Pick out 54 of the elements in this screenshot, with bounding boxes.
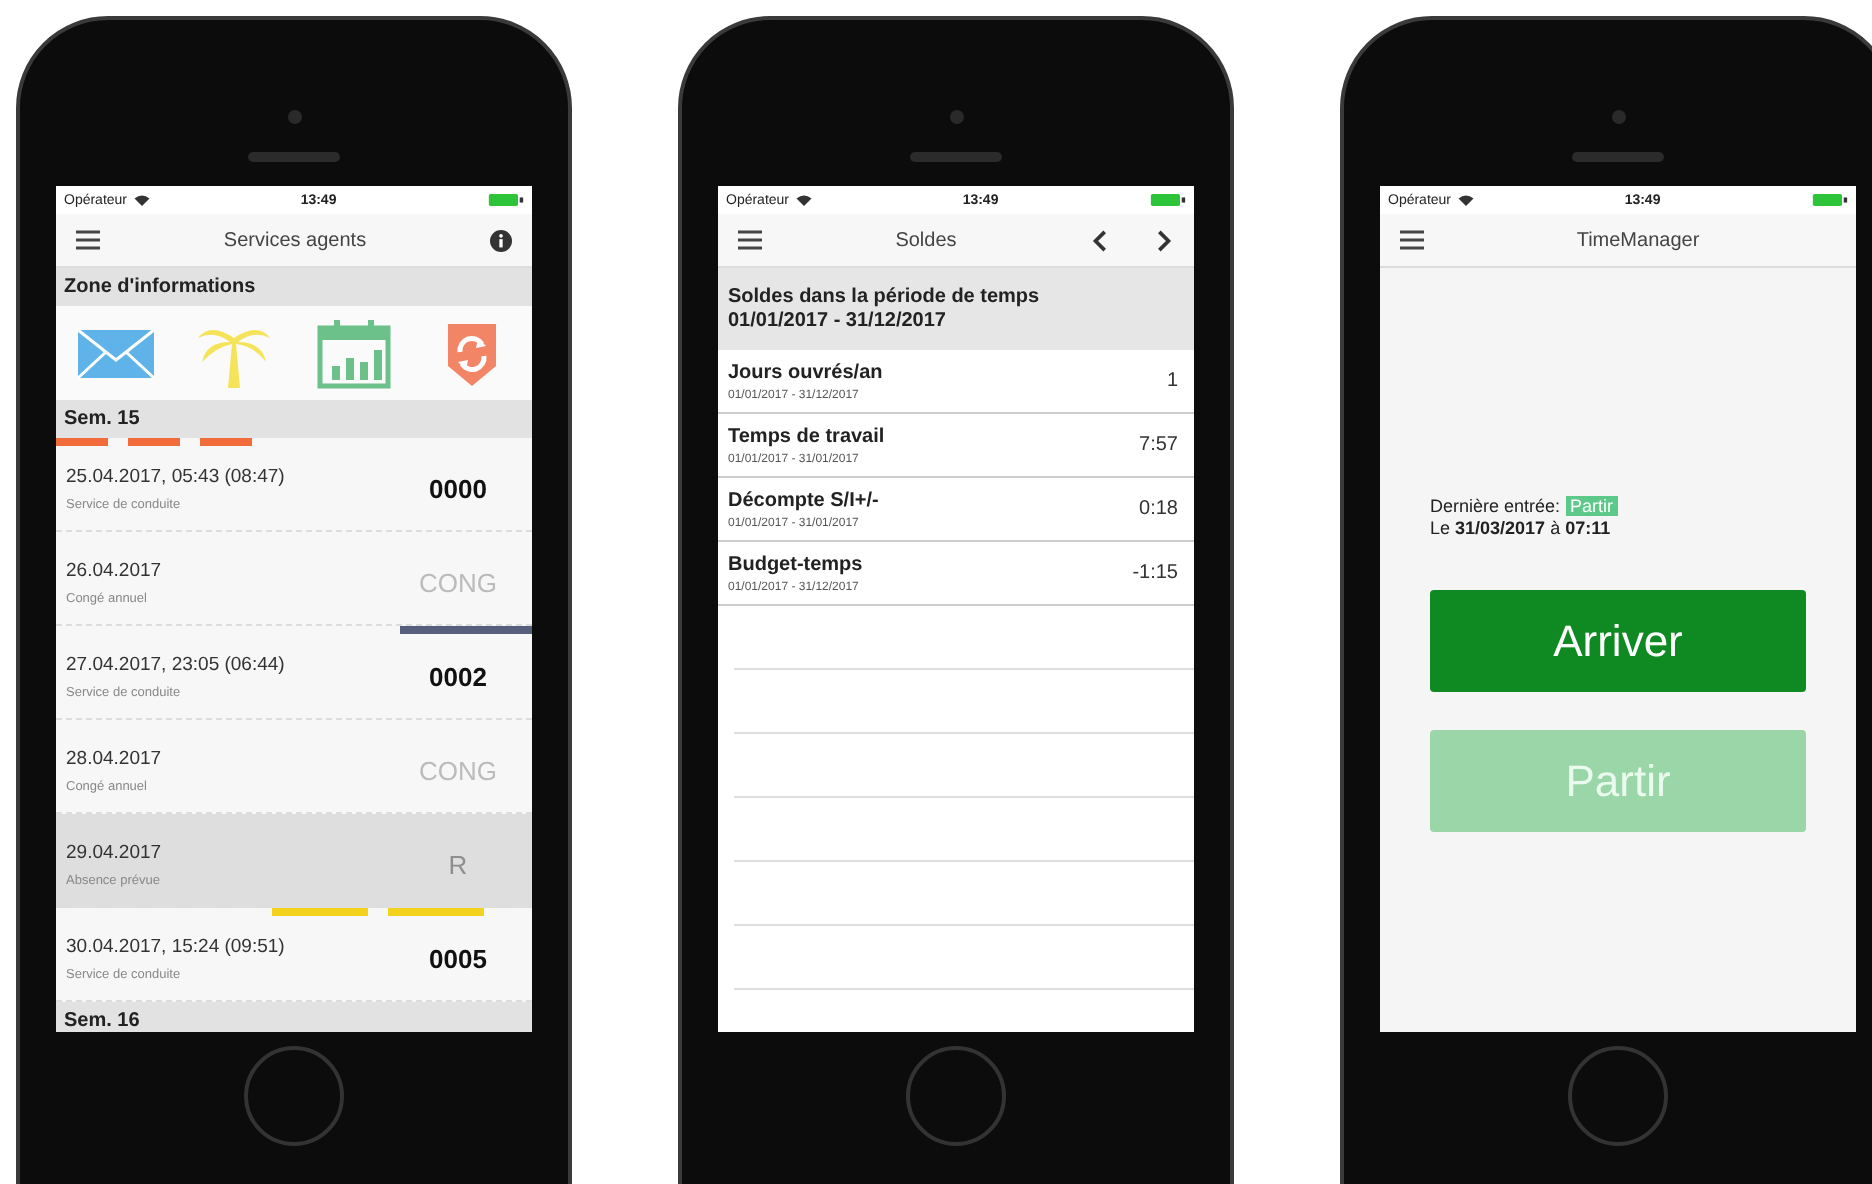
next-icon[interactable]	[1152, 229, 1174, 251]
day-date: 26.04.2017	[66, 559, 164, 581]
section-header: Zone d'informations	[56, 268, 532, 306]
shift-code: CONG	[417, 567, 499, 597]
shift-code: 0000	[427, 473, 489, 503]
balance-label: Jours ouvrés/an	[728, 361, 885, 383]
day-date: 29.04.2017	[66, 841, 164, 863]
calendar-chart-icon[interactable]	[313, 317, 394, 389]
day-date: 27.04.2017, 23:05 (06:44)	[66, 653, 287, 675]
battery-icon	[1812, 194, 1848, 206]
shift-code: 0005	[427, 943, 489, 973]
wifi-icon	[1457, 194, 1474, 206]
balance-value: 7:57	[1139, 434, 1178, 456]
screen-title: Soldes	[893, 229, 959, 251]
previous-icon[interactable]	[1090, 229, 1112, 251]
wifi-icon	[795, 194, 812, 206]
shift-code: 0002	[427, 661, 489, 691]
balance-value: 0:18	[1139, 498, 1178, 520]
wifi-icon	[133, 194, 150, 206]
week-header: Sem. 16	[56, 1002, 532, 1032]
balance-label: Décompte S/I+/-	[728, 489, 881, 511]
menu-icon[interactable]	[1400, 230, 1424, 250]
balance-value: -1:15	[1132, 562, 1178, 584]
screen-title: Services agents	[221, 229, 369, 251]
menu-icon[interactable]	[738, 230, 762, 250]
speaker-grille	[910, 152, 1002, 162]
status-badge: Partir	[1566, 496, 1618, 516]
home-button[interactable]	[1568, 1046, 1668, 1146]
day-date: 30.04.2017, 15:24 (09:51)	[66, 935, 287, 957]
balance-label: Temps de travail	[728, 425, 887, 447]
menu-icon[interactable]	[76, 230, 100, 250]
section-title: Soldes dans la période de temps	[728, 286, 1042, 308]
speaker-grille	[1572, 152, 1664, 162]
battery-icon	[488, 194, 524, 206]
clock-button[interactable]: Arriver	[1430, 590, 1806, 692]
info-icon[interactable]	[490, 229, 512, 251]
speaker-grille	[248, 152, 340, 162]
camera-dot	[1611, 110, 1625, 124]
screen-title: TimeManager	[1574, 229, 1702, 251]
battery-icon	[1150, 194, 1186, 206]
home-button[interactable]	[906, 1046, 1006, 1146]
day-date: 28.04.2017	[66, 747, 164, 769]
week-header: Sem. 15	[56, 400, 532, 438]
last-entry-label: Dernière entrée:	[1430, 496, 1561, 516]
camera-dot	[949, 110, 963, 124]
section-period: 01/01/2017 - 31/12/2017	[728, 310, 948, 332]
shift-code: CONG	[417, 755, 499, 785]
shift-code: R	[446, 849, 470, 879]
balance-label: Budget-temps	[728, 553, 865, 575]
last-entry-time: Le 31/03/2017 à 07:11	[1430, 518, 1613, 538]
camera-dot	[287, 110, 301, 124]
balance-value: 1	[1166, 370, 1178, 392]
home-button[interactable]	[244, 1046, 344, 1146]
day-date: 25.04.2017, 05:43 (08:47)	[66, 465, 287, 487]
